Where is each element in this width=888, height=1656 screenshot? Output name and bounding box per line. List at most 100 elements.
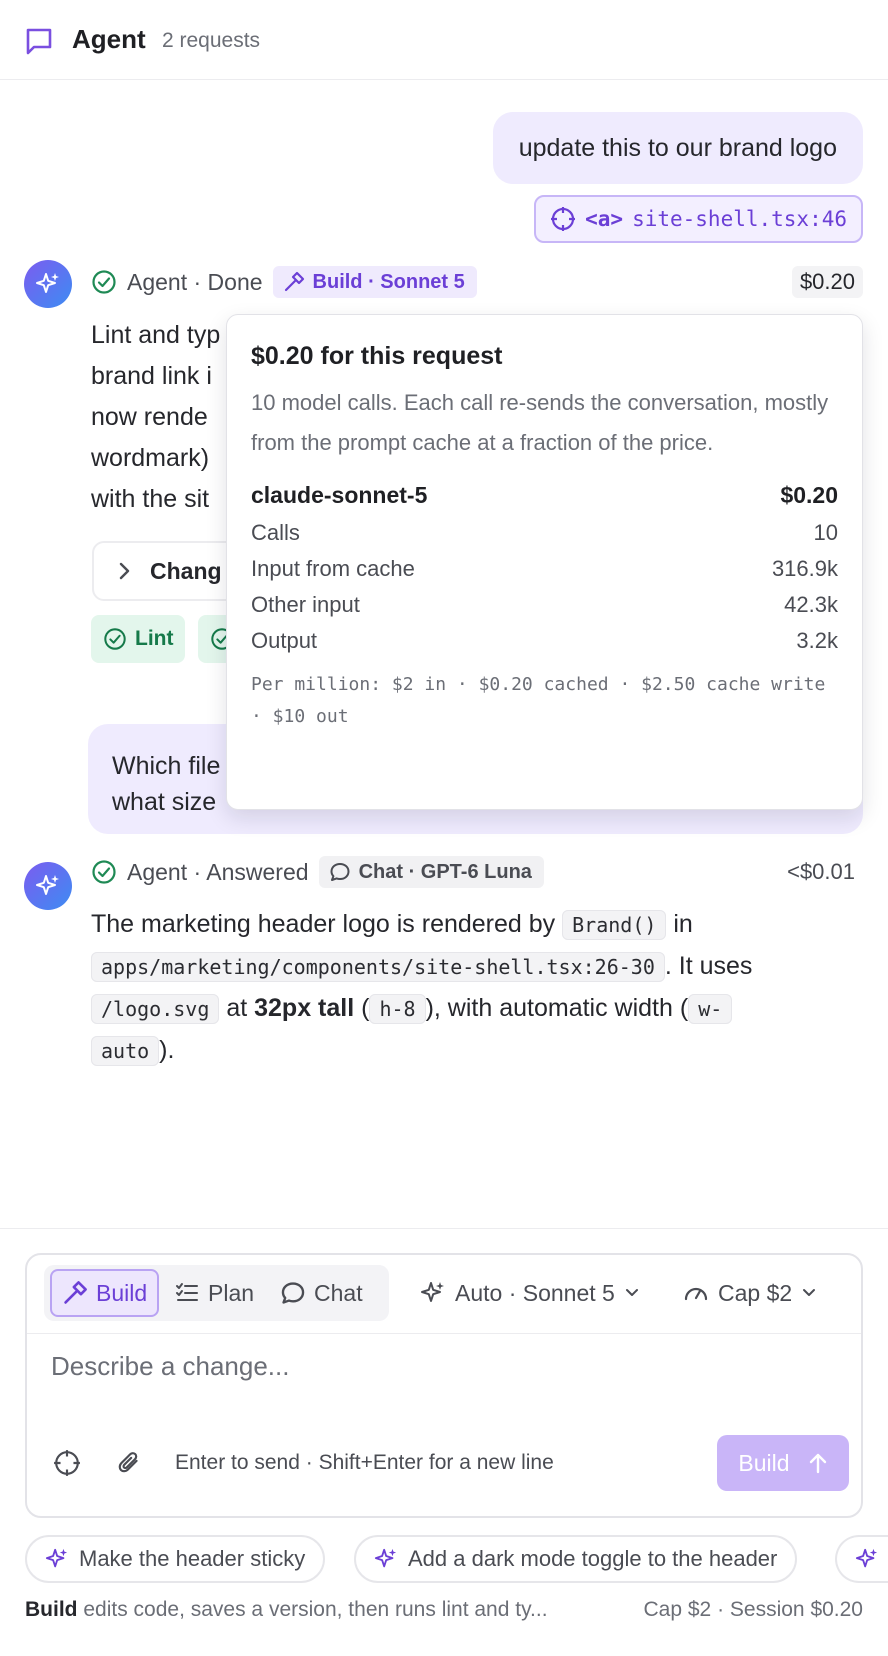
mode-description: Build edits code, saves a version, then … — [25, 1598, 548, 1622]
mode-switcher: Build Plan Chat — [44, 1265, 389, 1321]
check-circle-icon — [91, 859, 117, 885]
agent-avatar — [24, 260, 72, 308]
crosshair-icon[interactable] — [47, 1443, 87, 1483]
hammer-icon — [283, 271, 305, 293]
model-cost-row: claude-sonnet-5 $0.20 — [251, 475, 838, 515]
mode-chip-label: Build · Sonnet 5 — [312, 270, 465, 293]
inline-code: Brand() — [562, 910, 667, 940]
popover-title: $0.20 for this request — [251, 342, 503, 370]
mode-name: Build — [25, 1598, 78, 1621]
composer: Build Plan Chat Auto · Sonnet 5 Cap $2 D… — [25, 1253, 863, 1518]
pricing-note: Per million: $2 in · $0.20 cached · $2.5… — [251, 674, 826, 727]
agent-message: Lint and typ brand link i now rende word… — [91, 315, 231, 520]
sparkle-icon — [35, 873, 61, 899]
mode-desc-text: edits code, saves a version, then runs l… — [77, 1598, 548, 1621]
agent-message: The marketing header logo is rendered by… — [91, 904, 851, 1072]
usage-label: Calls — [251, 520, 300, 545]
agent-avatar — [24, 862, 72, 910]
lint-check-badge[interactable]: Lint — [91, 615, 186, 663]
agent-message-line: with the sit — [91, 485, 210, 513]
usage-label: Input from cache — [251, 556, 415, 581]
model-name: claude-sonnet-5 — [251, 482, 428, 508]
cost-breakdown-popover: $0.20 for this request 10 model calls. E… — [226, 314, 863, 810]
chat-bubble-icon — [280, 1280, 306, 1306]
mode-plan-label: Plan — [208, 1279, 255, 1306]
mode-chat-button[interactable]: Chat — [270, 1269, 373, 1317]
cap-selector[interactable]: Cap $2 — [683, 1267, 817, 1319]
request-cost-button[interactable]: <$0.01 — [779, 856, 863, 888]
element-file: site-shell.tsx:46 — [632, 207, 847, 231]
usage-row: Output 3.2k — [251, 623, 838, 659]
composer-divider — [0, 1228, 888, 1229]
paperclip-icon[interactable] — [109, 1443, 149, 1483]
gauge-icon — [683, 1280, 709, 1306]
usage-label: Output — [251, 628, 318, 653]
mode-build-label: Build — [96, 1279, 148, 1306]
inline-code: auto — [91, 1036, 160, 1066]
hammer-icon — [62, 1280, 88, 1306]
message-text: The marketing header logo is rendered by — [91, 910, 563, 938]
model-selector[interactable]: Auto · Sonnet 5 — [420, 1267, 640, 1319]
chat-bubble-icon — [329, 861, 351, 883]
message-text: . It uses — [664, 952, 753, 980]
request-cost-button[interactable]: $0.20 — [791, 266, 863, 298]
send-button[interactable]: Build — [717, 1435, 849, 1491]
suggestion-chip[interactable]: Add a dark mode toggle to the header — [354, 1535, 798, 1583]
lint-label: Lint — [135, 627, 174, 650]
app-header: Agent 2 requests — [0, 0, 888, 80]
inline-code: /logo.svg — [91, 994, 220, 1024]
usage-value: 316.9k — [771, 556, 838, 581]
user-message: update this to our brand logo — [492, 112, 863, 184]
usage-row: Other input 42.3k — [251, 587, 838, 623]
chat-bubble-icon — [24, 26, 54, 56]
crosshair-icon — [550, 206, 576, 232]
mode-chip: Build · Sonnet 5 — [272, 266, 477, 298]
mode-chip-label: Chat · GPT-6 Luna — [358, 860, 532, 883]
chevron-down-icon — [624, 1285, 640, 1301]
suggestion-label: Make the header sticky — [79, 1546, 306, 1571]
message-text: ( — [354, 994, 370, 1022]
agent-message-line: wordmark) — [91, 444, 210, 472]
agent-status: Agent · Answered — [127, 858, 309, 885]
request-count: 2 requests — [162, 29, 261, 52]
usage-label: Other input — [251, 592, 360, 617]
send-hint: Enter to send · Shift+Enter for a new li… — [175, 1451, 554, 1474]
agent-status: Agent · Done — [127, 268, 263, 295]
inline-code: w- — [688, 994, 733, 1024]
agent-meta: Agent · Answered Chat · GPT-6 Luna — [91, 856, 544, 888]
session-cost: Cap $2 · Session $0.20 — [643, 1598, 863, 1621]
suggestion-chip[interactable]: Make the header sticky — [25, 1535, 326, 1583]
inline-code: h-8 — [369, 994, 426, 1024]
inline-code: apps/marketing/components/site-shell.tsx… — [91, 952, 665, 982]
mode-build-button[interactable]: Build — [50, 1269, 160, 1317]
agent-meta: Agent · Done Build · Sonnet 5 — [91, 266, 477, 298]
usage-value: 42.3k — [784, 592, 838, 617]
mode-chip: Chat · GPT-6 Luna — [318, 856, 544, 888]
prompt-input[interactable] — [51, 1351, 831, 1382]
model-selector-label: Auto · Sonnet 5 — [455, 1279, 615, 1306]
send-button-label: Build — [738, 1449, 790, 1476]
mode-plan-button[interactable]: Plan — [164, 1269, 264, 1317]
usage-row: Input from cache 316.9k — [251, 551, 838, 587]
element-reference-chip[interactable]: <a> site-shell.tsx:46 — [534, 195, 863, 243]
suggestion-chip[interactable] — [835, 1535, 888, 1583]
sparkle-icon — [855, 1547, 879, 1571]
sparkle-icon — [35, 271, 61, 297]
changes-label: Chang — [150, 557, 222, 584]
chevron-right-icon — [116, 561, 132, 581]
usage-value: 10 — [813, 520, 838, 545]
list-icon — [174, 1280, 200, 1306]
model-cost: $0.20 — [780, 482, 838, 508]
page-title: Agent — [72, 24, 146, 54]
cap-selector-label: Cap $2 — [718, 1279, 793, 1306]
agent-message-line: now rende — [91, 403, 208, 431]
composer-separator — [27, 1333, 861, 1334]
sparkle-icon — [45, 1547, 69, 1571]
message-text: ), with automatic width ( — [425, 994, 689, 1022]
agent-message-line: Lint and typ — [91, 321, 221, 349]
arrow-up-icon — [808, 1452, 828, 1474]
message-text: at — [219, 994, 255, 1022]
chevron-down-icon — [801, 1285, 817, 1301]
usage-row: Calls 10 — [251, 515, 838, 551]
sparkle-icon — [420, 1280, 446, 1306]
